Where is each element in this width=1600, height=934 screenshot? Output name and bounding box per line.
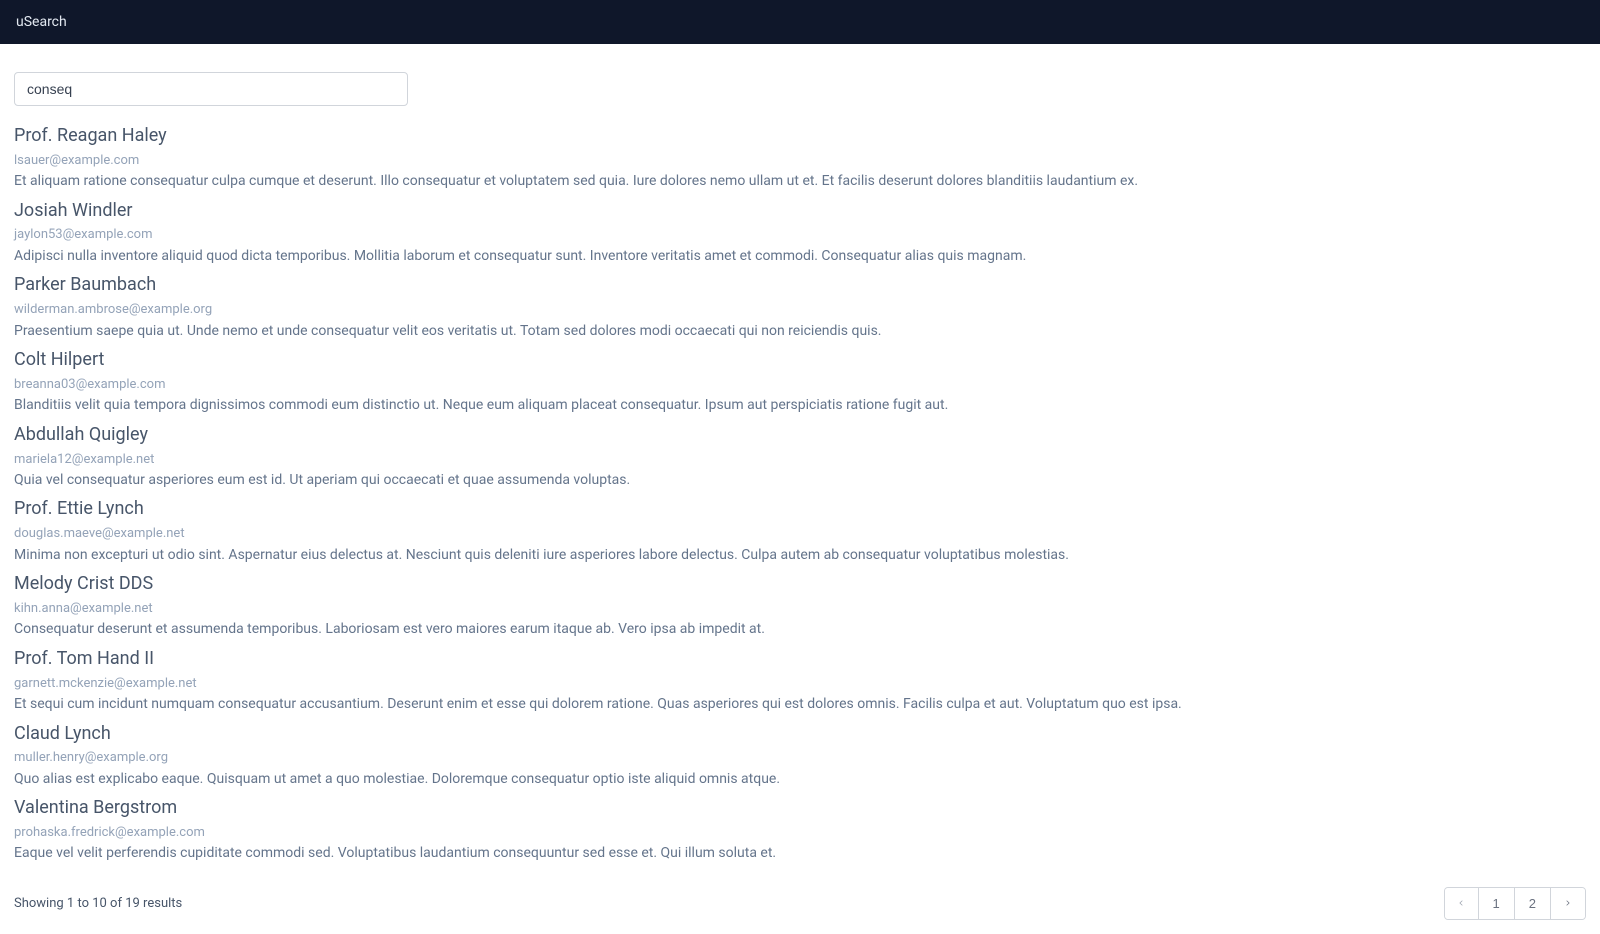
result-email: kihn.anna@example.net [14,599,1586,619]
main-content: Prof. Reagan Haleylsauer@example.comEt a… [0,44,1600,934]
search-input[interactable] [14,72,408,106]
result-email: mariela12@example.net [14,450,1586,470]
result-description: Et aliquam ratione consequatur culpa cum… [14,170,1586,192]
result-name[interactable]: Prof. Reagan Haley [14,122,1586,151]
result-name[interactable]: Abdullah Quigley [14,421,1586,450]
result-item: Prof. Reagan Haleylsauer@example.comEt a… [14,122,1586,193]
result-description: Minima non excepturi ut odio sint. Asper… [14,544,1586,566]
pagination-next-button[interactable] [1551,888,1585,919]
chevron-left-icon [1456,898,1466,908]
result-name[interactable]: Parker Baumbach [14,271,1586,300]
result-item: Colt Hilpertbreanna03@example.comBlandit… [14,346,1586,417]
pagination-prev-button[interactable] [1445,888,1479,919]
pagination-info: Showing 1 to 10 of 19 results [14,896,182,911]
result-description: Adipisci nulla inventore aliquid quod di… [14,245,1586,267]
result-description: Eaque vel velit perferendis cupiditate c… [14,842,1586,864]
pagination-page-1[interactable]: 1 [1479,888,1515,919]
result-description: Quo alias est explicabo eaque. Quisquam … [14,768,1586,790]
result-item: Prof. Tom Hand IIgarnett.mckenzie@exampl… [14,645,1586,716]
result-description: Quia vel consequatur asperiores eum est … [14,469,1586,491]
result-name[interactable]: Prof. Tom Hand II [14,645,1586,674]
result-email: prohaska.fredrick@example.com [14,823,1586,843]
result-name[interactable]: Prof. Ettie Lynch [14,495,1586,524]
result-item: Parker Baumbachwilderman.ambrose@example… [14,271,1586,342]
result-description: Et sequi cum incidunt numquam consequatu… [14,693,1586,715]
result-email: garnett.mckenzie@example.net [14,674,1586,694]
result-item: Abdullah Quigleymariela12@example.netQui… [14,421,1586,492]
result-item: Prof. Ettie Lynchdouglas.maeve@example.n… [14,495,1586,566]
chevron-right-icon [1563,898,1573,908]
result-description: Consequatur deserunt et assumenda tempor… [14,618,1586,640]
result-description: Praesentium saepe quia ut. Unde nemo et … [14,320,1586,342]
brand-name[interactable]: uSearch [16,14,67,30]
result-item: Valentina Bergstromprohaska.fredrick@exa… [14,794,1586,865]
pagination-page-2[interactable]: 2 [1515,888,1551,919]
result-email: muller.henry@example.org [14,748,1586,768]
result-item: Josiah Windlerjaylon53@example.comAdipis… [14,197,1586,268]
result-description: Blanditiis velit quia tempora dignissimo… [14,394,1586,416]
result-email: douglas.maeve@example.net [14,524,1586,544]
result-item: Claud Lynchmuller.henry@example.orgQuo a… [14,720,1586,791]
result-name[interactable]: Colt Hilpert [14,346,1586,375]
result-email: jaylon53@example.com [14,225,1586,245]
result-name[interactable]: Valentina Bergstrom [14,794,1586,823]
result-name[interactable]: Melody Crist DDS [14,570,1586,599]
result-item: Melody Crist DDSkihn.anna@example.netCon… [14,570,1586,641]
result-name[interactable]: Josiah Windler [14,197,1586,226]
result-email: breanna03@example.com [14,375,1586,395]
results-list: Prof. Reagan Haleylsauer@example.comEt a… [14,122,1586,865]
result-email: wilderman.ambrose@example.org [14,300,1586,320]
navbar: uSearch [0,0,1600,44]
result-name[interactable]: Claud Lynch [14,720,1586,749]
result-email: lsauer@example.com [14,151,1586,171]
